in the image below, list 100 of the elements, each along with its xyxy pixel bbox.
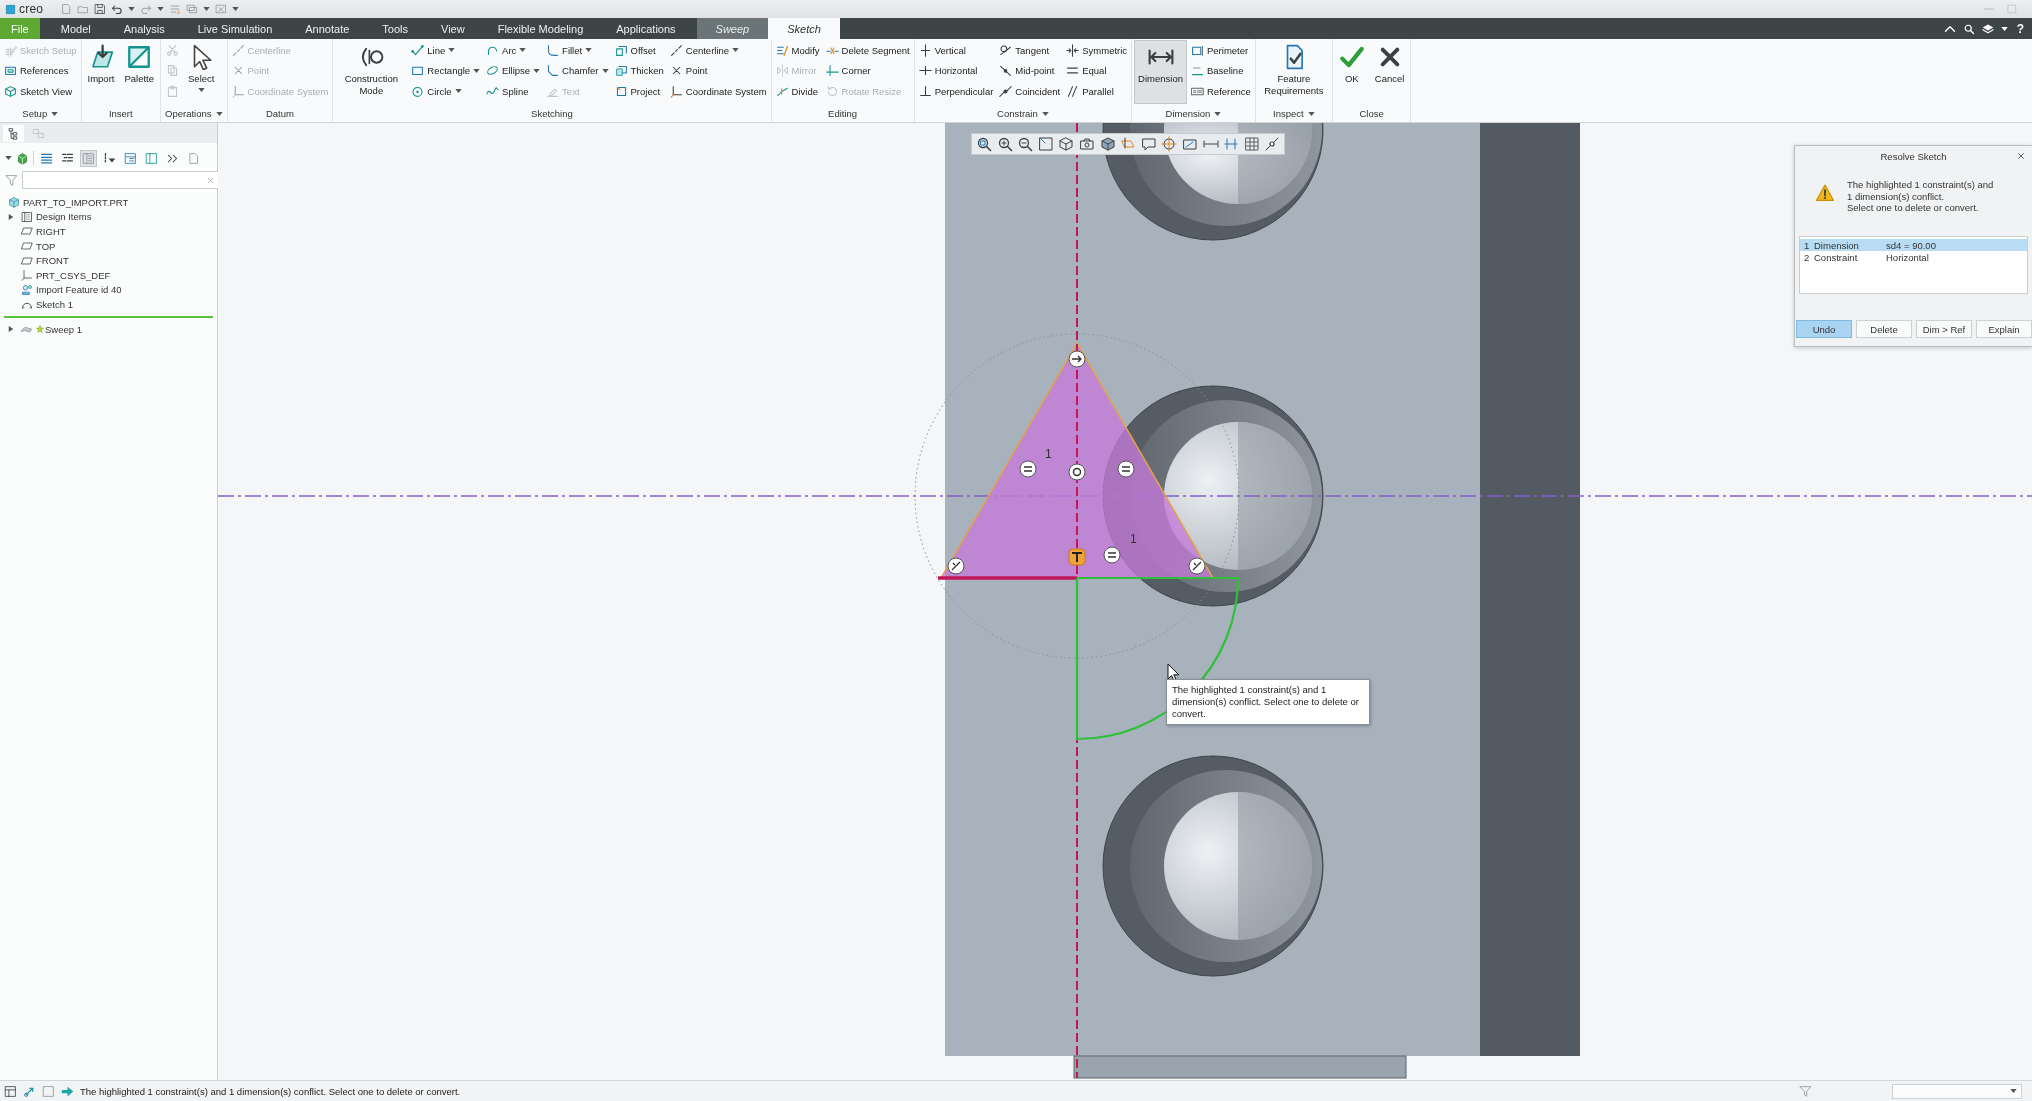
insert-marker[interactable] bbox=[4, 315, 213, 318]
panel-settings-icon[interactable] bbox=[124, 151, 137, 165]
menu-tab[interactable]: Tools bbox=[370, 18, 420, 39]
close-window-icon[interactable] bbox=[215, 3, 228, 15]
expand-arrow-icon[interactable] bbox=[8, 326, 14, 333]
ribbon-button[interactable]: Offset bbox=[612, 40, 666, 61]
ribbon-button[interactable]: Rectangle bbox=[409, 60, 483, 81]
group-menu-button[interactable]: Dimension bbox=[1163, 105, 1224, 122]
menu-tab[interactable]: Flexible Modeling bbox=[485, 18, 596, 39]
ribbon-button[interactable]: Sketch View bbox=[2, 81, 79, 102]
sketch-frame-icon[interactable] bbox=[1181, 136, 1198, 152]
ribbon-large-button[interactable]: OK bbox=[1334, 40, 1369, 104]
ribbon-button[interactable]: Delete Segment bbox=[823, 40, 912, 61]
ribbon-button[interactable]: Spline bbox=[484, 81, 543, 102]
ribbon-button[interactable]: Arc bbox=[484, 40, 543, 61]
ribbon-button[interactable]: Mid-point bbox=[997, 60, 1063, 81]
search-field[interactable] bbox=[22, 171, 219, 189]
menu-tab[interactable]: Annotate bbox=[293, 18, 362, 39]
group-menu-button[interactable]: Setup bbox=[20, 105, 61, 122]
menu-tab[interactable]: Analysis bbox=[111, 18, 177, 39]
frame-corner-icon[interactable] bbox=[1037, 136, 1054, 152]
open-folder-icon[interactable] bbox=[77, 3, 90, 15]
list-indent-icon[interactable] bbox=[61, 151, 74, 165]
menu-tab[interactable]: Sketch bbox=[768, 18, 840, 39]
clear-icon[interactable] bbox=[206, 175, 215, 185]
ribbon-button[interactable]: Baseline bbox=[1189, 60, 1253, 81]
funnel-icon[interactable] bbox=[1799, 1084, 1812, 1098]
dialog-button[interactable]: Undo bbox=[1796, 320, 1852, 338]
funnel-icon[interactable] bbox=[5, 173, 18, 187]
menu-tab[interactable]: Applications bbox=[604, 18, 688, 39]
expand-arrow-icon[interactable] bbox=[8, 213, 14, 220]
tree-item[interactable]: Import Feature id 40 bbox=[36, 284, 122, 296]
search-icon[interactable] bbox=[1962, 22, 1975, 35]
cube-icon[interactable] bbox=[1058, 136, 1075, 152]
tree-item[interactable]: FRONT bbox=[36, 255, 69, 267]
zoom-fit-icon[interactable] bbox=[976, 136, 992, 152]
ribbon-large-button[interactable]: Palette bbox=[120, 40, 159, 104]
ribbon-button[interactable]: Perpendicular bbox=[916, 81, 996, 102]
ribbon-button[interactable]: References bbox=[2, 60, 79, 81]
ribbon-button[interactable]: Equal bbox=[1064, 60, 1130, 81]
filter-list-icon[interactable] bbox=[103, 151, 116, 165]
document-icon[interactable] bbox=[187, 151, 200, 165]
solid-cube-icon[interactable] bbox=[16, 151, 29, 165]
shaded-cube-icon[interactable] bbox=[1099, 136, 1116, 152]
ribbon-button[interactable]: Perimeter bbox=[1189, 40, 1253, 61]
tree-item[interactable]: PRT_CSYS_DEF bbox=[36, 269, 111, 281]
square-icon[interactable] bbox=[42, 1084, 55, 1098]
ribbon-button[interactable]: Centerline bbox=[667, 40, 769, 61]
ribbon-large-button[interactable]: Feature Requirements bbox=[1257, 40, 1330, 104]
tree-item[interactable]: Design Items bbox=[36, 211, 92, 223]
tree-nodes-icon[interactable] bbox=[7, 126, 20, 140]
conflict-row[interactable]: 2 Constraint Horizontal bbox=[1800, 251, 2027, 263]
ribbon-large-button[interactable]: Import bbox=[83, 40, 119, 104]
group-menu-button[interactable]: Constrain bbox=[995, 105, 1051, 122]
close-icon[interactable] bbox=[2016, 151, 2026, 161]
ribbon-button[interactable]: Fillet bbox=[544, 40, 611, 61]
tree-item[interactable]: RIGHT bbox=[36, 226, 66, 237]
ribbon-button[interactable]: Reference bbox=[1189, 81, 1253, 102]
tree-columns-icon[interactable] bbox=[82, 151, 95, 165]
ribbon-button[interactable]: Ellipse bbox=[484, 60, 543, 81]
ribbon-button[interactable]: Vertical bbox=[916, 40, 996, 61]
group-menu-button[interactable]: Operations bbox=[163, 105, 225, 122]
ribbon-large-button[interactable]: Construction Mode bbox=[335, 40, 408, 104]
save-icon[interactable] bbox=[94, 3, 107, 15]
dialog-button[interactable]: Explain bbox=[1976, 320, 2032, 338]
spin-center-icon[interactable] bbox=[1161, 136, 1178, 152]
layers-stack-icon[interactable] bbox=[1981, 22, 1994, 35]
camera-icon[interactable] bbox=[1078, 136, 1095, 152]
ribbon-large-button[interactable]: Dimension bbox=[1134, 40, 1187, 104]
ribbon-large-button[interactable]: Cancel bbox=[1370, 40, 1409, 104]
ribbon-button[interactable]: Circle bbox=[409, 81, 483, 102]
redo-icon[interactable] bbox=[140, 3, 153, 15]
new-document-icon[interactable] bbox=[60, 3, 73, 15]
ribbon-button[interactable]: Modify bbox=[773, 40, 822, 61]
ribbon-button[interactable]: Divide bbox=[773, 81, 822, 102]
speech-bubble-icon[interactable] bbox=[1140, 136, 1157, 152]
ribbon-button[interactable]: Parallel bbox=[1064, 81, 1130, 102]
windows-icon[interactable] bbox=[186, 3, 199, 15]
conflict-row[interactable]: 1 Dimension sd4 = 90.00 bbox=[1800, 239, 2027, 251]
grid-icon[interactable] bbox=[1243, 136, 1260, 152]
ribbon-button[interactable]: Symmetric bbox=[1064, 40, 1130, 61]
ribbon-button[interactable]: Project bbox=[612, 81, 666, 102]
ribbon-button[interactable]: Horizontal bbox=[916, 60, 996, 81]
constraint-lines-icon[interactable] bbox=[1223, 136, 1240, 152]
undo-icon[interactable] bbox=[111, 3, 124, 15]
zoom-out-icon[interactable] bbox=[1017, 136, 1034, 152]
menu-tab[interactable]: View bbox=[429, 18, 477, 39]
panel-toggle-icon[interactable] bbox=[4, 1084, 17, 1098]
list-lines-icon[interactable] bbox=[40, 151, 53, 165]
ribbon-button[interactable]: Coordinate System bbox=[667, 81, 769, 102]
tree-item[interactable]: PART_TO_IMPORT.PRT bbox=[23, 196, 129, 208]
zoom-in-icon[interactable] bbox=[996, 136, 1013, 152]
ribbon-button[interactable]: Point bbox=[667, 60, 769, 81]
ribbon-button[interactable]: Corner bbox=[823, 60, 912, 81]
vertex-icon[interactable] bbox=[1264, 136, 1281, 152]
help-button[interactable]: ? bbox=[2014, 21, 2026, 36]
menu-tab[interactable]: Model bbox=[48, 18, 103, 39]
ribbon-large-button[interactable]: Select bbox=[184, 40, 219, 104]
ribbon-button[interactable]: Chamfer bbox=[544, 60, 611, 81]
group-menu-button[interactable]: Inspect bbox=[1271, 105, 1317, 122]
